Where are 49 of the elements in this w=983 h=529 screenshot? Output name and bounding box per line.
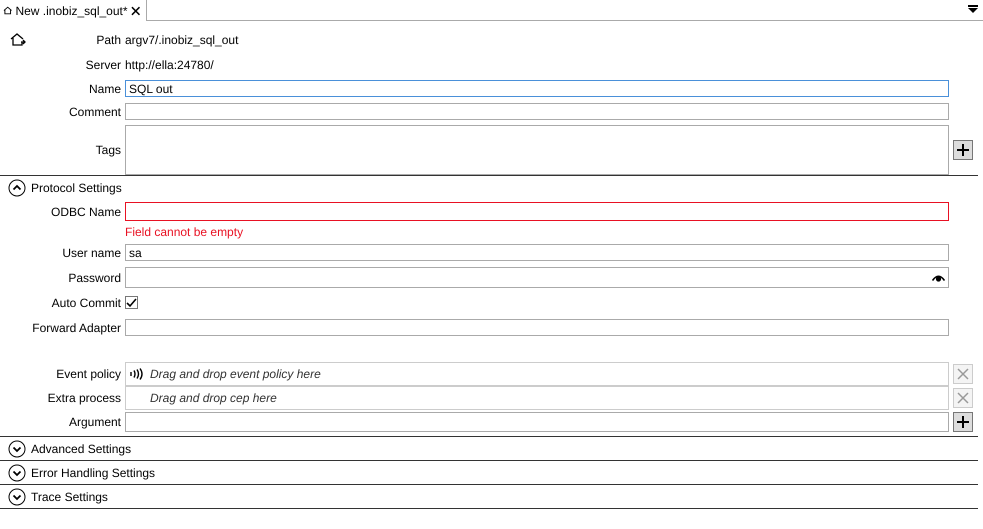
home-icon (3, 6, 12, 15)
field-label: Path (96, 32, 121, 46)
field-label: Comment (68, 104, 121, 118)
input-field[interactable] (125, 319, 949, 336)
field-label: Name (88, 82, 121, 96)
signal-icon (129, 368, 144, 380)
input-field[interactable] (125, 103, 949, 120)
close-icon (957, 368, 969, 380)
remove-button[interactable] (953, 364, 973, 384)
add-button[interactable] (953, 412, 973, 432)
dropdown-icon[interactable] (968, 5, 978, 14)
field-label: User name (62, 246, 121, 260)
plus-icon (956, 143, 970, 157)
input-field[interactable] (125, 202, 949, 221)
section-header[interactable]: Advanced Settings (0, 437, 132, 460)
close-icon (957, 392, 969, 404)
home-icon (10, 33, 26, 46)
field-label: Argument (68, 414, 121, 428)
section-header[interactable]: Error Handling Settings (0, 461, 156, 484)
field-label: Event policy (56, 367, 121, 381)
expand-icon (8, 440, 26, 458)
field-label: Password (68, 270, 121, 284)
field-label: Auto Commit (52, 296, 121, 310)
field-label: Forward Adapter (32, 320, 121, 334)
input-field[interactable] (125, 412, 949, 432)
add-button[interactable] (953, 140, 973, 160)
eye-icon (932, 274, 945, 282)
input-field[interactable]: SQL out (125, 80, 949, 97)
section-header[interactable]: Trace Settings (0, 485, 108, 508)
checkbox[interactable] (125, 296, 138, 309)
field-label: Extra process (48, 391, 121, 405)
expand-icon (8, 488, 26, 506)
field-label: Server (86, 58, 121, 72)
field-label: ODBC Name (50, 204, 121, 218)
drop-zone[interactable]: Drag and drop cep here (125, 386, 949, 410)
plus-icon (956, 414, 970, 428)
input-field[interactable]: sa (125, 244, 949, 261)
collapse-icon (8, 178, 26, 196)
drop-zone[interactable]: Drag and drop event policy here (125, 362, 949, 386)
error-message: Field cannot be empty (125, 225, 244, 239)
close-icon[interactable] (130, 6, 140, 16)
field-value: http://ella:24780/ (125, 58, 215, 72)
password-field[interactable] (125, 267, 949, 288)
expand-icon (8, 464, 26, 482)
section-header[interactable]: Protocol Settings (0, 176, 122, 199)
document-tab[interactable]: New .inobiz_sql_out* (0, 0, 147, 21)
field-value: argv7/.inobiz_sql_out (125, 32, 240, 46)
field-label: Tags (96, 143, 121, 157)
tags-field[interactable] (125, 125, 949, 175)
